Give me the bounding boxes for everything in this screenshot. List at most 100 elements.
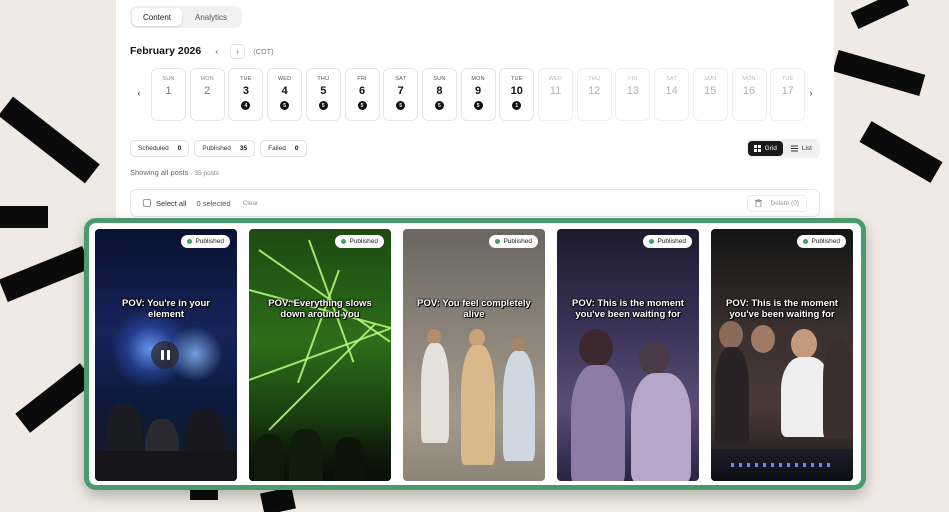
- day-of-week: SUN: [433, 76, 446, 82]
- date-cell[interactable]: TUE 17: [770, 68, 806, 121]
- date-cell[interactable]: FRI 6 5: [344, 68, 380, 121]
- day-of-week: WED: [277, 76, 292, 82]
- prev-month-button[interactable]: ‹: [209, 43, 225, 59]
- next-month-button[interactable]: ›: [230, 43, 246, 59]
- tab-analytics[interactable]: Analytics: [182, 8, 240, 26]
- post-card[interactable]: Published POV: This is the moment you've…: [711, 229, 853, 481]
- post-count-badge: 5: [396, 101, 406, 110]
- filter-published[interactable]: Published 35: [194, 140, 256, 157]
- date-cell[interactable]: MON 2: [189, 68, 225, 121]
- status-badge: Published: [797, 235, 846, 248]
- strip-next-button[interactable]: ›: [805, 88, 817, 98]
- date-strip: ‹ SUN 1 MON 2 TUE 3 4 WED 4 5 THU 5 5 FRI 6 5 SAT 7 5 SUN 8 5…: [116, 68, 834, 124]
- date-cell[interactable]: SUN 15: [692, 68, 728, 121]
- filter-scheduled[interactable]: Scheduled 0: [130, 140, 190, 157]
- date-cell[interactable]: FRI 13: [615, 68, 651, 121]
- date-cell[interactable]: SAT 7 5: [383, 68, 419, 121]
- day-of-week: THU: [588, 76, 601, 82]
- showing-text: Showing all posts: [130, 168, 189, 177]
- view-toggle: Grid List: [745, 139, 820, 158]
- day-number: 14: [665, 85, 678, 97]
- day-number: 4: [281, 85, 288, 97]
- post-count-badge: 4: [241, 101, 251, 110]
- day-of-week: WED: [548, 76, 563, 82]
- post-thumbnail: [249, 229, 391, 481]
- post-caption: POV: Everything slows down around you: [268, 298, 372, 320]
- post-count-badge: 5: [434, 101, 444, 110]
- view-tabs: Content Analytics: [130, 6, 242, 28]
- status-badge: Published: [489, 235, 538, 248]
- status-dot: [341, 239, 347, 244]
- timezone-label: (CDT): [253, 46, 274, 56]
- select-all-checkbox[interactable]: [143, 199, 151, 207]
- post-thumbnail: [557, 229, 699, 481]
- date-cell[interactable]: WED 11: [538, 68, 573, 121]
- day-of-week: MON: [200, 76, 214, 82]
- strip-prev-button[interactable]: ‹: [133, 88, 145, 98]
- decorative-burst: [0, 246, 92, 302]
- status-dot: [649, 239, 655, 244]
- filter-count: 0: [294, 145, 299, 152]
- day-number: 17: [781, 85, 794, 97]
- chevron-left-icon: ‹: [137, 88, 141, 98]
- date-cell[interactable]: MON 9 5: [460, 68, 496, 121]
- post-thumbnail: [711, 229, 853, 481]
- month-header: February 2026 ‹ › (CDT): [130, 42, 274, 60]
- delete-button[interactable]: Delete (0): [747, 194, 807, 212]
- post-card[interactable]: Published POV: Everything slows down aro…: [249, 229, 391, 481]
- date-cell[interactable]: SUN 8 5: [421, 68, 457, 121]
- post-grid-highlight: Published POV: You're in your element Pu…: [84, 218, 866, 490]
- date-cell[interactable]: THU 5 5: [305, 68, 341, 121]
- day-of-week: FRI: [357, 76, 367, 82]
- status-badge: Published: [181, 235, 230, 248]
- decorative-burst: [0, 206, 48, 228]
- post-card[interactable]: Published POV: You're in your element: [95, 229, 237, 481]
- filter-count: 0: [177, 145, 182, 152]
- date-cell[interactable]: SUN 1: [151, 68, 186, 121]
- day-number: 16: [742, 85, 756, 97]
- day-number: 11: [549, 85, 562, 97]
- day-number: 7: [397, 85, 404, 97]
- post-count-badge: 1: [512, 101, 522, 110]
- select-all-label[interactable]: Select all: [156, 199, 186, 208]
- day-number: 15: [704, 85, 717, 97]
- filter-failed[interactable]: Failed 0: [260, 140, 307, 157]
- post-card[interactable]: Published POV: This is the moment you've…: [557, 229, 699, 481]
- post-caption: POV: This is the moment you've been wait…: [726, 298, 838, 320]
- day-of-week: SAT: [395, 76, 407, 82]
- day-number: 9: [475, 85, 482, 97]
- date-cell[interactable]: MON 16: [731, 68, 767, 121]
- pause-icon: [160, 350, 164, 360]
- content-app-panel: Content Analytics February 2026 ‹ › (CDT…: [116, 0, 834, 250]
- selected-count: 0 selected: [196, 198, 231, 208]
- date-cell[interactable]: TUE 10 1: [499, 68, 535, 121]
- month-title: February 2026: [130, 45, 202, 57]
- filter-label: Published: [202, 145, 231, 152]
- filter-count: 35: [239, 145, 248, 152]
- pause-button[interactable]: [151, 341, 179, 369]
- grid-icon: [753, 145, 761, 152]
- grid-view-button[interactable]: Grid: [747, 141, 783, 156]
- status-label: Published: [811, 238, 840, 245]
- day-number: 1: [165, 85, 172, 97]
- filter-label: Scheduled: [138, 145, 169, 152]
- date-cell[interactable]: WED 4 5: [267, 68, 303, 121]
- status-dot: [803, 239, 809, 244]
- date-cell[interactable]: SAT 14: [654, 68, 690, 121]
- tab-content[interactable]: Content: [132, 8, 182, 26]
- date-cell[interactable]: THU 12: [576, 68, 612, 121]
- status-label: Published: [657, 238, 686, 245]
- filter-label: Failed: [268, 145, 286, 152]
- date-cell[interactable]: TUE 3 4: [228, 68, 264, 121]
- showing-summary: Showing all posts · 35 posts: [130, 168, 219, 177]
- status-dot: [495, 239, 501, 244]
- post-card[interactable]: Published POV: You feel completely alive: [403, 229, 545, 481]
- post-caption: POV: You're in your element: [122, 298, 210, 320]
- clear-selection-link[interactable]: Clear: [243, 200, 259, 207]
- day-of-week: SUN: [704, 76, 717, 82]
- day-number: 6: [358, 85, 366, 97]
- day-of-week: SUN: [162, 76, 175, 82]
- list-view-button[interactable]: List: [785, 141, 818, 156]
- decorative-burst: [859, 121, 943, 183]
- post-count-badge: 5: [280, 101, 290, 110]
